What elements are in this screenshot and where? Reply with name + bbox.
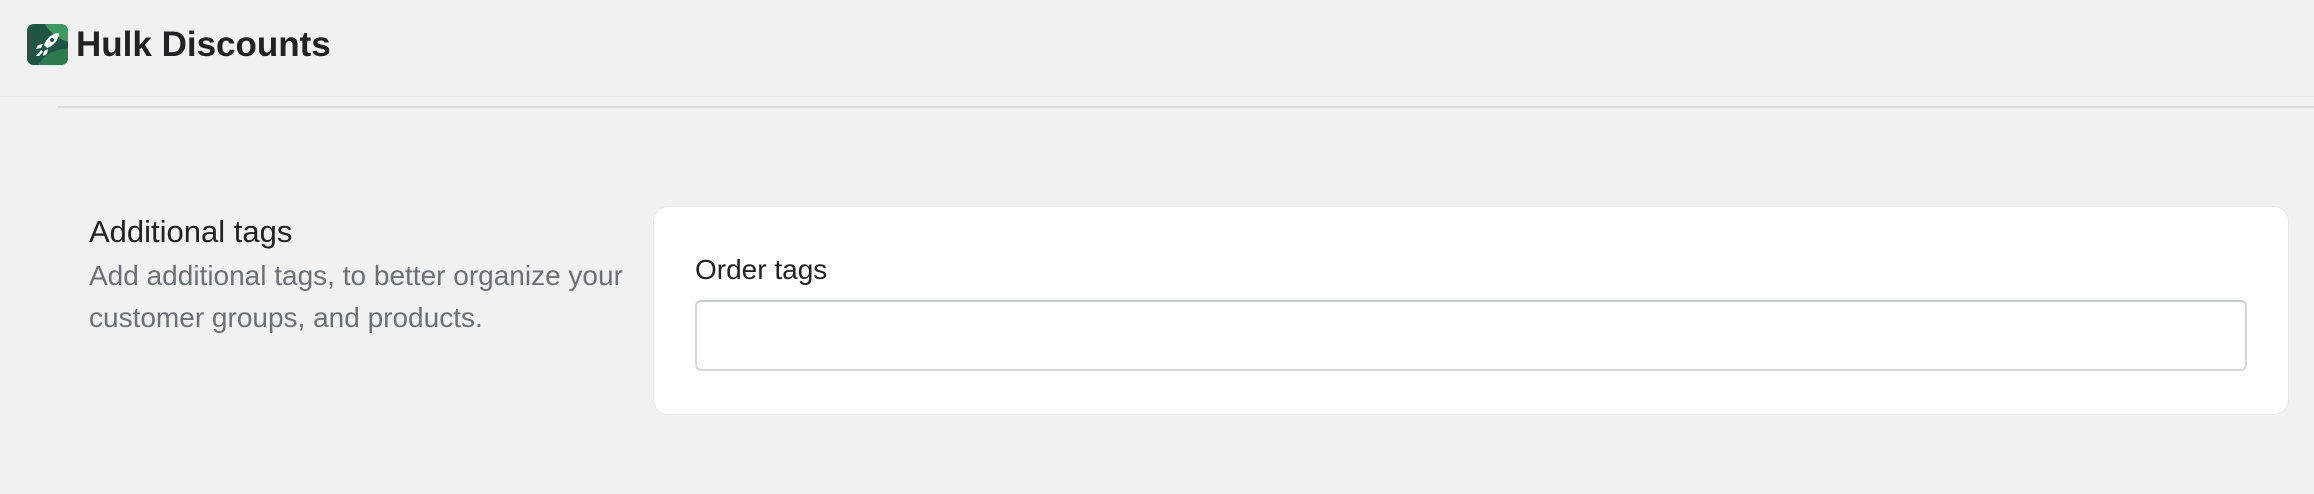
header-divider <box>58 106 2314 108</box>
order-tags-input[interactable] <box>695 300 2247 371</box>
app-header: Hulk Discounts <box>0 0 2314 97</box>
order-tags-card: Order tags <box>654 207 2288 414</box>
app-title: Hulk Discounts <box>76 25 331 64</box>
order-tags-label: Order tags <box>695 254 828 285</box>
app-logo-icon <box>27 24 68 65</box>
section-title: Additional tags <box>89 214 293 249</box>
section-description: Add additional tags, to better organize … <box>89 260 623 333</box>
